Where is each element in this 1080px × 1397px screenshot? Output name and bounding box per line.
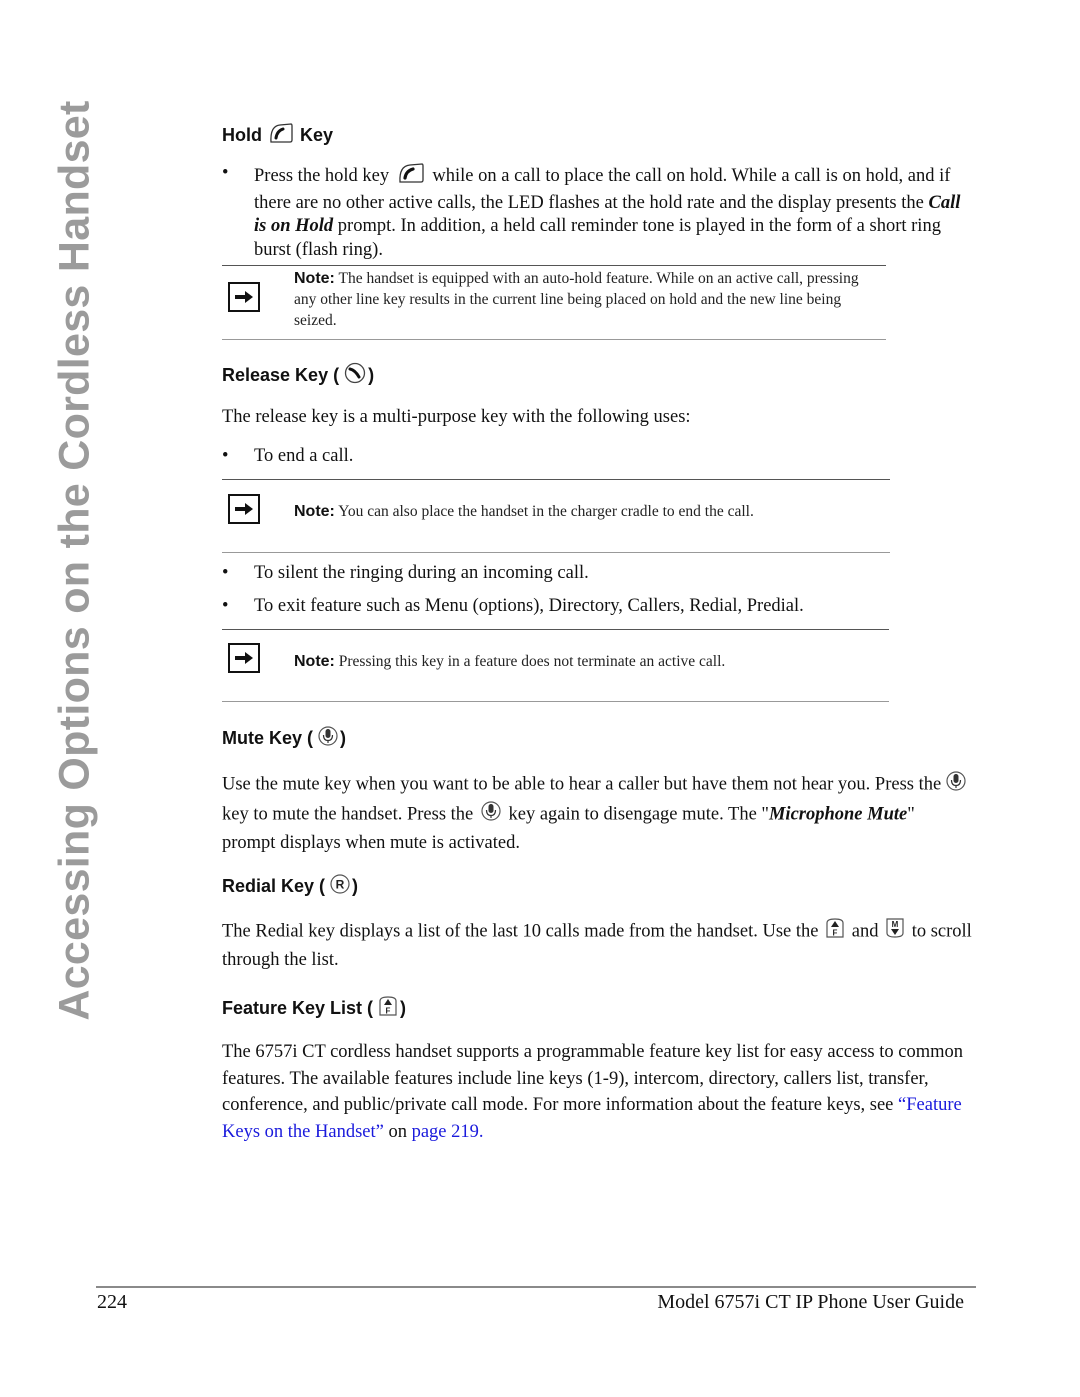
heading-text: ) bbox=[400, 998, 407, 1018]
release-intro: The release key is a multi-purpose key w… bbox=[222, 407, 691, 427]
text: . bbox=[478, 1121, 484, 1142]
list-item: • To exit feature such as Menu (options)… bbox=[222, 595, 967, 619]
svg-text:M: M bbox=[892, 920, 899, 929]
footer-divider bbox=[96, 1286, 976, 1288]
heading-text: Redial Key ( bbox=[222, 876, 326, 896]
note-label: Note: bbox=[294, 503, 335, 520]
note-body: Pressing this key in a feature does not … bbox=[338, 653, 726, 670]
chapter-side-title: Accessing Options on the Cordless Handse… bbox=[51, 100, 99, 1020]
release-phone-icon bbox=[344, 362, 366, 389]
note-text: Note: The handset is equipped with an au… bbox=[294, 268, 884, 331]
svg-text:F: F bbox=[386, 1007, 391, 1016]
emphasis-text: Microphone Mute bbox=[768, 804, 908, 825]
heading-text: Mute Key ( bbox=[222, 728, 314, 748]
bullet-icon: • bbox=[222, 163, 229, 183]
list-item-text: To end a call. bbox=[254, 446, 354, 466]
text: key again to disengage mute. The " bbox=[508, 804, 769, 825]
svg-text:R: R bbox=[336, 878, 345, 892]
bullet-icon: • bbox=[222, 563, 229, 583]
list-item-text: To exit feature such as Menu (options), … bbox=[254, 596, 804, 616]
heading-text: ) bbox=[352, 876, 359, 896]
text: prompt. In addition, a held call reminde… bbox=[254, 216, 941, 260]
text: key to mute the handset. Press the bbox=[222, 804, 474, 825]
microphone-mute-icon bbox=[946, 770, 966, 800]
bullet-icon: • bbox=[222, 446, 229, 466]
redial-description: The Redial key displays a list of the la… bbox=[222, 917, 972, 973]
heading-text: Key bbox=[300, 125, 334, 145]
hold-description: Press the hold key while on a call to pl… bbox=[254, 162, 967, 262]
microphone-mute-icon bbox=[318, 725, 338, 752]
redial-r-icon: R bbox=[330, 873, 350, 900]
note-label: Note: bbox=[294, 653, 335, 670]
redial-key-heading: Redial Key ( R ) bbox=[222, 873, 358, 900]
text: Use the mute key when you want to be abl… bbox=[222, 774, 942, 795]
menu-down-icon: M bbox=[885, 917, 905, 947]
feature-description: The 6757i CT cordless handset supports a… bbox=[222, 1039, 972, 1145]
hold-phone-icon bbox=[268, 122, 294, 149]
mute-description: Use the mute key when you want to be abl… bbox=[222, 770, 970, 856]
text: Press the hold key bbox=[254, 166, 390, 186]
note-label: Note: bbox=[294, 270, 335, 287]
feature-up-icon: F bbox=[378, 995, 398, 1022]
note-body: The handset is equipped with an auto-hol… bbox=[294, 270, 859, 329]
svg-text:F: F bbox=[833, 929, 838, 938]
page-219-link[interactable]: page 219 bbox=[412, 1122, 479, 1142]
list-item: • To silent the ringing during an incomi… bbox=[222, 562, 967, 586]
arrow-right-icon bbox=[228, 282, 260, 312]
page-number: 224 bbox=[97, 1291, 127, 1313]
arrow-right-icon bbox=[228, 643, 260, 673]
feature-up-icon: F bbox=[825, 917, 845, 947]
list-item-text: To silent the ringing during an incoming… bbox=[254, 563, 589, 583]
heading-text: ) bbox=[368, 365, 375, 385]
text: The Redial key displays a list of the la… bbox=[222, 921, 819, 942]
list-item: • To end a call. bbox=[222, 445, 967, 469]
note-box: Note: The handset is equipped with an au… bbox=[222, 265, 886, 340]
microphone-mute-icon bbox=[481, 800, 501, 830]
mute-key-heading: Mute Key ( ) bbox=[222, 725, 346, 752]
release-key-heading: Release Key ( ) bbox=[222, 362, 374, 389]
list-item: • Press the hold key while on a call to … bbox=[222, 162, 967, 262]
text: on bbox=[388, 1121, 407, 1142]
note-text: Note: You can also place the handset in … bbox=[294, 501, 884, 522]
text: and bbox=[851, 921, 879, 942]
guide-title: Model 6757i CT IP Phone User Guide bbox=[657, 1291, 964, 1313]
arrow-right-icon bbox=[228, 494, 260, 524]
hold-key-heading: Hold Key bbox=[222, 122, 333, 149]
heading-text: Feature Key List ( bbox=[222, 998, 374, 1018]
heading-text: Hold bbox=[222, 125, 262, 145]
note-body: You can also place the handset in the ch… bbox=[338, 503, 754, 520]
chapter-side-title-text: Accessing Options on the Cordless Handse… bbox=[50, 99, 99, 1021]
hold-phone-icon bbox=[397, 162, 425, 192]
text: The 6757i CT cordless handset supports a… bbox=[222, 1042, 963, 1115]
note-box: Note: Pressing this key in a feature doe… bbox=[222, 629, 889, 702]
heading-text: ) bbox=[340, 728, 347, 748]
heading-text: Release Key ( bbox=[222, 365, 340, 385]
feature-key-list-heading: Feature Key List ( F ) bbox=[222, 995, 406, 1022]
bullet-icon: • bbox=[222, 596, 229, 616]
note-text: Note: Pressing this key in a feature doe… bbox=[294, 651, 884, 672]
note-box: Note: You can also place the handset in … bbox=[222, 479, 890, 553]
